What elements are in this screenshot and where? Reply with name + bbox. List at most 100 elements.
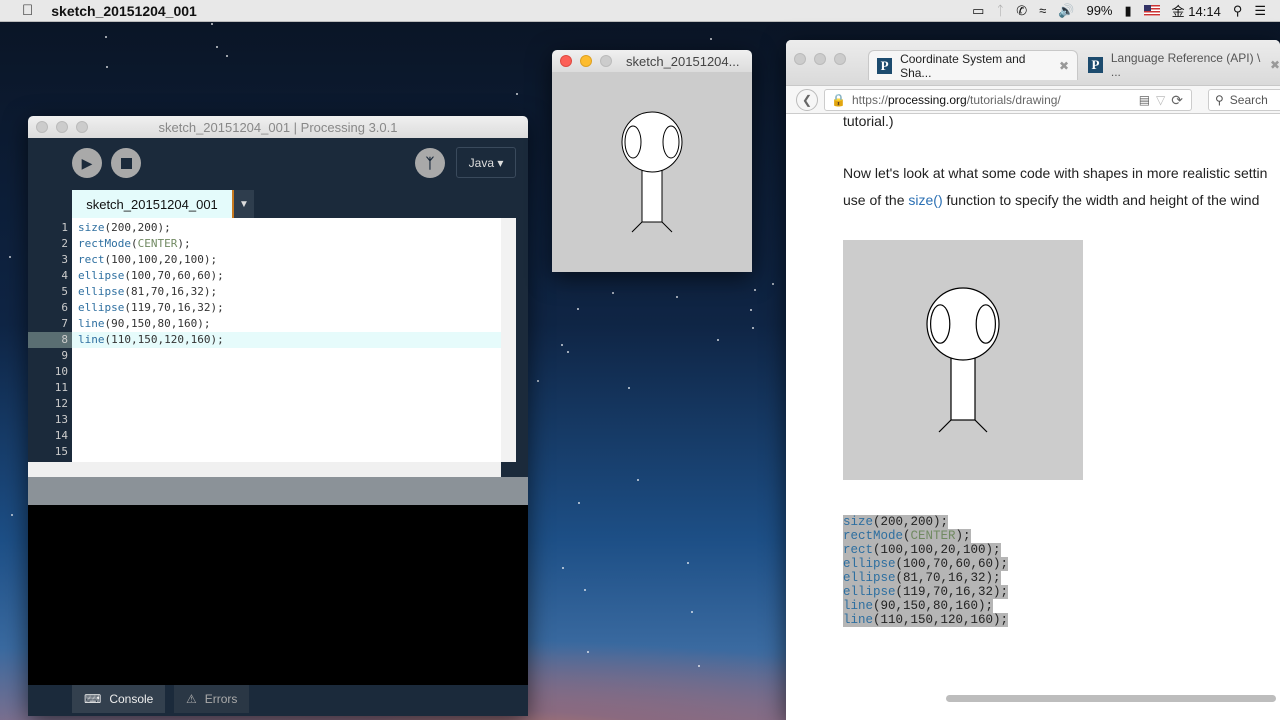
horizontal-scrollbar[interactable] — [946, 695, 1276, 702]
search-field[interactable]: ⚲ Search — [1208, 89, 1280, 111]
code-line: rect(100,100,20,100); — [843, 543, 1001, 557]
line-number: 11 — [54, 381, 68, 394]
close-tab-icon[interactable]: ✖ — [1059, 59, 1069, 73]
stop-icon — [120, 157, 132, 169]
search-placeholder: Search — [1229, 93, 1268, 107]
line-number: 1 — [61, 221, 68, 234]
code-line[interactable] — [72, 348, 501, 364]
mode-selector[interactable]: Java ▾ — [456, 147, 516, 178]
dropdown-icon[interactable]: ▽ — [1156, 93, 1165, 107]
close-button[interactable] — [794, 53, 806, 65]
search-icon[interactable]: ⚲ — [1233, 3, 1243, 19]
volume-icon[interactable]: 🔊 — [1058, 3, 1074, 19]
left-leg-line — [938, 419, 952, 433]
browser-tab-active[interactable]: P Coordinate System and Sha... ✖ — [868, 50, 1078, 80]
run-button[interactable]: ▶ — [72, 148, 102, 178]
code-example: size(200,200); rectMode(CENTER); rect(100,… — [843, 515, 1009, 627]
line-number: 12 — [54, 397, 68, 410]
code-line: line(110,150,120,160); — [843, 613, 1009, 627]
apple-icon[interactable]:  — [22, 2, 33, 19]
line-number: 7 — [61, 317, 68, 330]
flag-icon[interactable] — [1143, 5, 1160, 16]
title-bar[interactable]: sketch_20151204_001 | Processing 3.0.1 — [28, 116, 528, 138]
tab-label: Coordinate System and Sha... — [900, 51, 1026, 80]
close-tab-icon[interactable]: ✖ — [1270, 58, 1280, 72]
code-line[interactable]: rectMode(CENTER); — [72, 236, 501, 252]
close-button[interactable] — [560, 55, 572, 67]
code-line[interactable] — [72, 364, 501, 380]
zoom-button[interactable] — [834, 53, 846, 65]
wifi-icon[interactable]: ≈ — [1039, 3, 1046, 18]
code-line[interactable] — [72, 412, 501, 428]
right-leg-line — [661, 221, 673, 233]
minimize-button[interactable] — [580, 55, 592, 67]
bluetooth-icon[interactable]: ᛏ — [996, 3, 1004, 18]
phone-icon[interactable]: ✆ — [1016, 3, 1027, 19]
code-line: rectMode(CENTER); — [843, 529, 971, 543]
line-number: 13 — [54, 413, 68, 426]
line-number: 15 — [54, 445, 68, 458]
browser-window: P Coordinate System and Sha... ✖ P Language… — [786, 40, 1280, 720]
vertical-scrollbar[interactable] — [501, 218, 516, 462]
minimize-button[interactable] — [814, 53, 826, 65]
line-number: 5 — [61, 285, 68, 298]
text: use of the — [843, 192, 909, 208]
url-bar[interactable]: 🔒 https://processing.org/tutorials/drawi… — [824, 89, 1192, 111]
url-scheme: https:// — [851, 93, 888, 107]
title-bar[interactable]: sketch_20151204... — [552, 50, 752, 72]
battery-icon[interactable]: ▮ — [1125, 3, 1132, 19]
right-eye-ellipse — [975, 304, 996, 344]
code-line[interactable] — [72, 428, 501, 444]
tab-errors[interactable]: ⚠ Errors — [174, 685, 250, 713]
reload-icon[interactable]: ⟳ — [1171, 92, 1183, 109]
stop-button[interactable] — [111, 148, 141, 178]
page-content: tutorial.) Now let's look at what some c… — [786, 114, 1280, 706]
code-line[interactable]: ellipse(100,70,60,60); — [72, 268, 501, 284]
lock-icon: 🔒 — [831, 93, 846, 107]
horizontal-scrollbar[interactable] — [28, 462, 501, 477]
code-line[interactable]: line(110,150,120,160); — [72, 332, 501, 348]
code-line[interactable]: ellipse(119,70,16,32); — [72, 300, 501, 316]
errors-tab-label: Errors — [204, 692, 238, 706]
code-editor[interactable]: size(200,200); rectMode(CENTER); rect(100,… — [72, 218, 501, 462]
console-output[interactable] — [28, 505, 528, 685]
list-icon[interactable]: ☰ — [1254, 3, 1266, 19]
left-eye-ellipse — [930, 304, 951, 344]
reader-view-icon[interactable]: ▤ — [1139, 93, 1150, 107]
processing-logo-icon: P — [877, 57, 893, 74]
code-line[interactable] — [72, 396, 501, 412]
display-icon[interactable]: ▭ — [972, 3, 984, 19]
warning-icon: ⚠ — [186, 692, 197, 706]
tab-label: Language Reference (API) \ ... — [1110, 51, 1261, 79]
debug-button[interactable]: ᛉ — [415, 148, 445, 178]
window-title: sketch_20151204... — [626, 53, 740, 69]
editor-console-divider[interactable] — [28, 477, 528, 505]
browser-tab[interactable]: P Language Reference (API) \ ... ✖ — [1088, 50, 1280, 80]
console-icon: ⌨ — [84, 692, 102, 706]
console-tab-label: Console — [109, 692, 154, 706]
code-line: ellipse(81,70,16,32); — [843, 571, 1001, 585]
code-line[interactable]: rect(100,100,20,100); — [72, 252, 501, 268]
line-numbers: 1 2 3 4 5 6 7 8 9 10 11 12 13 14 15 — [28, 218, 72, 462]
back-button[interactable]: ❮ — [796, 89, 818, 111]
code-line[interactable]: line(90,150,80,160); — [72, 316, 501, 332]
tab-sketch[interactable]: sketch_20151204_001 — [72, 190, 234, 218]
menu-bar:  sketch_20151204_001 ▭ ᛏ ✆ ≈ 🔊 99% ▮ 金 … — [0, 0, 1280, 22]
code-line[interactable]: ellipse(81,70,16,32); — [72, 284, 501, 300]
code-line[interactable]: size(200,200); — [72, 220, 501, 236]
processing-window: sketch_20151204_001 | Processing 3.0.1 ▶… — [28, 116, 528, 716]
line-number: 2 — [61, 237, 68, 250]
processing-logo-icon: P — [1088, 57, 1103, 73]
app-name[interactable]: sketch_20151204_001 — [51, 3, 197, 19]
battery-percent[interactable]: 99% — [1086, 3, 1112, 18]
clock[interactable]: 金 14:14 — [1172, 1, 1221, 20]
size-function-link[interactable]: size() — [908, 192, 942, 208]
sketch-canvas — [552, 72, 752, 272]
line-number: 9 — [61, 349, 68, 362]
line-number: 14 — [54, 429, 68, 442]
code-line[interactable] — [72, 444, 501, 460]
zoom-button[interactable] — [600, 55, 612, 67]
code-line[interactable] — [72, 380, 501, 396]
tab-menu-button[interactable]: ▼ — [234, 190, 254, 218]
tab-console[interactable]: ⌨ Console — [72, 685, 166, 713]
